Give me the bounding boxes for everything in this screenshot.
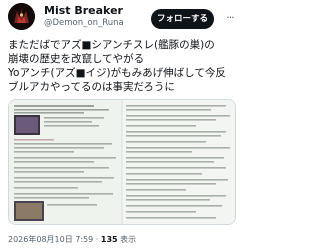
screenshot-thumbnail [9, 100, 235, 224]
tweet-meta: 2026年08月10日 7:59 · 135 表示 [8, 234, 136, 245]
tweet-text: まただばでアズ■シアンチスレ(艦豚の巣)の 崩壊の歴史を改竄してやがる Yoアン… [8, 38, 240, 94]
author-display-name[interactable]: Mist Breaker [44, 4, 123, 17]
tweet-text-line: Yoアンチ(アズ■イジ)がもみあげ伸ばして今反 [8, 67, 226, 79]
attached-screenshot[interactable] [8, 99, 236, 225]
meta-separator: · [95, 235, 99, 244]
more-options-icon[interactable]: ··· [222, 10, 238, 26]
tweet-text-line: まただばでアズ■シアンチスレ(艦豚の巣)の [8, 39, 215, 51]
tweet-text-line: 崩壊の歴史を改竄してやがる [8, 53, 145, 65]
author-handle[interactable]: @Demon_on_Runa [44, 18, 124, 29]
tweet-header: Mist Breaker @Demon_on_Runa フォローする ··· [0, 0, 244, 34]
tweet-text-line: ブルアカやってるのは事実だろうに [8, 81, 175, 93]
avatar[interactable] [8, 3, 35, 30]
views-count: 135 [100, 235, 118, 244]
tweet-timestamp[interactable]: 2026年08月10日 7:59 [8, 235, 93, 244]
views-label: 表示 [117, 235, 137, 244]
follow-button[interactable]: フォローする [151, 9, 214, 29]
